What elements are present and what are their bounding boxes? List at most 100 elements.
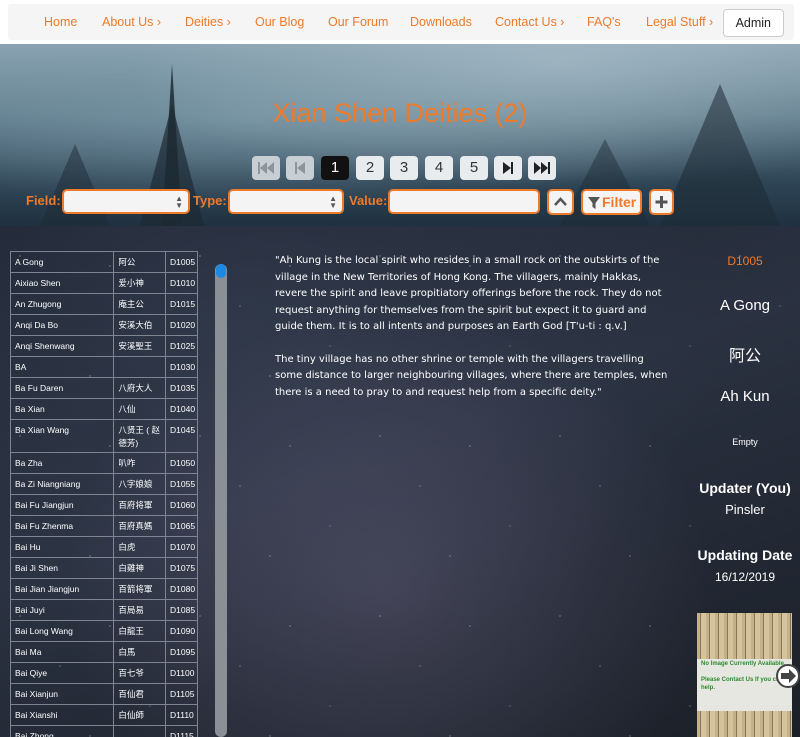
deity-name-cell[interactable]: A Gong	[10, 251, 115, 273]
table-row[interactable]: Aixiao Shen 爱小神 D1010	[10, 272, 198, 294]
value-input[interactable]	[388, 189, 540, 214]
table-row[interactable]: Anqi Shenwang 安溪聖王 D1025	[10, 335, 198, 357]
deity-name-cell[interactable]: Ba Zi Niangniang	[10, 473, 115, 495]
deity-name-cell[interactable]: Bai Ma	[10, 641, 115, 663]
page-button-5[interactable]: 5	[460, 156, 488, 180]
table-row[interactable]: Bai Ji Shen 白雞神 D1075	[10, 557, 198, 579]
table-row[interactable]: Ba Zi Niangniang 八字娘娘 D1055	[10, 473, 198, 495]
deity-code-cell[interactable]: D1060	[165, 494, 198, 516]
table-row[interactable]: Ba Zha 叭咋 D1050	[10, 452, 198, 474]
deity-code-cell[interactable]: D1105	[165, 683, 198, 705]
deity-chinese-cell[interactable]: 百局易	[113, 599, 166, 621]
deity-chinese-cell[interactable]: 八字娘娘	[113, 473, 166, 495]
table-row[interactable]: A Gong 阿公 D1005	[10, 251, 198, 273]
deity-code-cell[interactable]: D1065	[165, 515, 198, 537]
deity-chinese-cell[interactable]: 阿公	[113, 251, 166, 273]
table-row[interactable]: Ba Fu Daren 八府大人 D1035	[10, 377, 198, 399]
deity-name-cell[interactable]: Bai Xianjun	[10, 683, 115, 705]
nav-contact-us[interactable]: Contact Us ›	[495, 4, 564, 40]
deity-name-cell[interactable]: Bai Long Wang	[10, 620, 115, 642]
deity-code-cell[interactable]: D1095	[165, 641, 198, 663]
deity-chinese-cell[interactable]	[113, 356, 166, 378]
deity-chinese-cell[interactable]: 八府大人	[113, 377, 166, 399]
deity-code-cell[interactable]: D1115	[165, 725, 198, 737]
table-row[interactable]: Bai Hu 白虎 D1070	[10, 536, 198, 558]
deity-name-cell[interactable]: BA	[10, 356, 115, 378]
deity-name-cell[interactable]: Bai Jian Jiangjun	[10, 578, 115, 600]
sort-toggle-button[interactable]	[547, 189, 574, 215]
deity-code-cell[interactable]: D1110	[165, 704, 198, 726]
add-button[interactable]	[649, 189, 674, 215]
deity-chinese-cell[interactable]: 百仙君	[113, 683, 166, 705]
table-row[interactable]: Bai Fu Jiangjun 百府将軍 D1060	[10, 494, 198, 516]
deity-code-cell[interactable]: D1050	[165, 452, 198, 474]
table-row[interactable]: Bai Qiye 百七爷 D1100	[10, 662, 198, 684]
table-row[interactable]: Bai Juyi 百局易 D1085	[10, 599, 198, 621]
page-button-1[interactable]: 1	[321, 156, 349, 180]
deity-code-cell[interactable]: D1045	[165, 419, 198, 453]
deity-name-cell[interactable]: Bai Zhong	[10, 725, 115, 737]
nav-our-forum[interactable]: Our Forum	[328, 4, 388, 40]
deity-code-cell[interactable]: D1015	[165, 293, 198, 315]
deity-name-cell[interactable]: Bai Hu	[10, 536, 115, 558]
deity-name-cell[interactable]: An Zhugong	[10, 293, 115, 315]
deity-code-cell[interactable]: D1100	[165, 662, 198, 684]
deity-name-cell[interactable]: Anqi Shenwang	[10, 335, 115, 357]
deity-code-cell[interactable]: D1085	[165, 599, 198, 621]
deity-code-cell[interactable]: D1070	[165, 536, 198, 558]
table-row[interactable]: An Zhugong 庵主公 D1015	[10, 293, 198, 315]
deity-name-cell[interactable]: Bai Fu Zhenma	[10, 515, 115, 537]
deity-chinese-cell[interactable]: 庵主公	[113, 293, 166, 315]
page-button-4[interactable]: 4	[425, 156, 453, 180]
deity-chinese-cell[interactable]	[113, 725, 166, 737]
table-row[interactable]: Ba Xian Wang 八贤王 ( 赵德芳) D1045	[10, 419, 198, 453]
deity-code-cell[interactable]: D1030	[165, 356, 198, 378]
deity-chinese-cell[interactable]: 白仙師	[113, 704, 166, 726]
deity-chinese-cell[interactable]: 白虎	[113, 536, 166, 558]
deity-name-cell[interactable]: Ba Zha	[10, 452, 115, 474]
nav-our-blog[interactable]: Our Blog	[255, 4, 304, 40]
deity-chinese-cell[interactable]: 八贤王 ( 赵德芳)	[113, 419, 166, 453]
deity-name-cell[interactable]: Ba Fu Daren	[10, 377, 115, 399]
deity-name-cell[interactable]: Bai Qiye	[10, 662, 115, 684]
deity-name-cell[interactable]: Bai Ji Shen	[10, 557, 115, 579]
nav-home[interactable]: Home	[44, 4, 77, 40]
list-scrollbar[interactable]	[215, 264, 227, 737]
filter-button[interactable]: Filter	[581, 189, 642, 215]
next-deity-button[interactable]	[776, 664, 800, 688]
deity-code-cell[interactable]: D1055	[165, 473, 198, 495]
deity-chinese-cell[interactable]: 安溪聖王	[113, 335, 166, 357]
deity-chinese-cell[interactable]: 爱小神	[113, 272, 166, 294]
deity-code-cell[interactable]: D1010	[165, 272, 198, 294]
page-button-2[interactable]: 2	[356, 156, 384, 180]
nav-faqs[interactable]: FAQ's	[587, 4, 621, 40]
deity-chinese-cell[interactable]: 白馬	[113, 641, 166, 663]
scroll-thumb[interactable]	[216, 264, 226, 278]
deity-chinese-cell[interactable]: 百府真媽	[113, 515, 166, 537]
deity-chinese-cell[interactable]: 百箭将軍	[113, 578, 166, 600]
deity-code-cell[interactable]: D1090	[165, 620, 198, 642]
deity-code-cell[interactable]: D1080	[165, 578, 198, 600]
page-button-3[interactable]: 3	[390, 156, 418, 180]
nav-deities[interactable]: Deities ›	[185, 4, 231, 40]
deity-name-cell[interactable]: Anqi Da Bo	[10, 314, 115, 336]
table-row[interactable]: Bai Jian Jiangjun 百箭将軍 D1080	[10, 578, 198, 600]
last-page-button[interactable]	[528, 156, 556, 180]
admin-button[interactable]: Admin	[722, 9, 784, 37]
deity-chinese-cell[interactable]: 百府将軍	[113, 494, 166, 516]
field-select[interactable]: ▲ ▼	[62, 189, 190, 214]
table-row[interactable]: Ba Xian 八仙 D1040	[10, 398, 198, 420]
type-select[interactable]: ▲ ▼	[228, 189, 344, 214]
table-row[interactable]: Bai Xianshi 白仙師 D1110	[10, 704, 198, 726]
deity-name-cell[interactable]: Bai Fu Jiangjun	[10, 494, 115, 516]
deity-name-cell[interactable]: Bai Xianshi	[10, 704, 115, 726]
nav-downloads[interactable]: Downloads	[410, 4, 472, 40]
deity-chinese-cell[interactable]: 白雞神	[113, 557, 166, 579]
deity-chinese-cell[interactable]: 安溪大伯	[113, 314, 166, 336]
deity-chinese-cell[interactable]: 百七爷	[113, 662, 166, 684]
table-row[interactable]: Bai Fu Zhenma 百府真媽 D1065	[10, 515, 198, 537]
table-row[interactable]: Bai Xianjun 百仙君 D1105	[10, 683, 198, 705]
deity-code-cell[interactable]: D1025	[165, 335, 198, 357]
deity-code-cell[interactable]: D1005	[165, 251, 198, 273]
deity-name-cell[interactable]: Ba Xian Wang	[10, 419, 115, 453]
